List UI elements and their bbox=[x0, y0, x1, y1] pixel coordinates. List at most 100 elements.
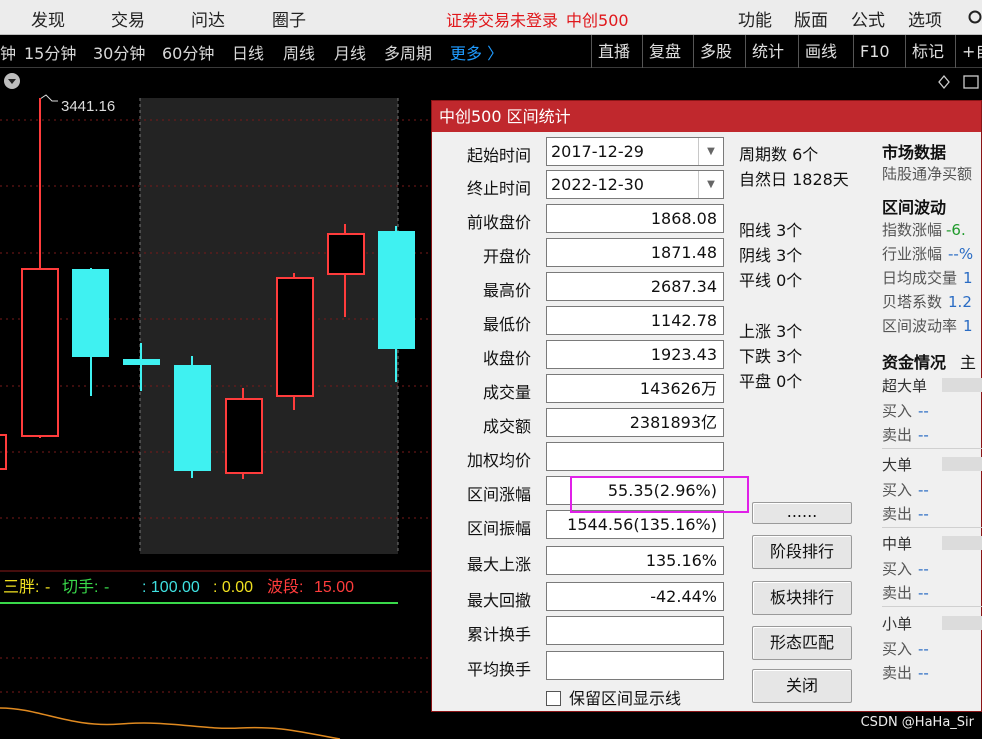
diamond-icon[interactable] bbox=[938, 74, 950, 90]
pattern-match-button[interactable]: 形态匹配 bbox=[752, 626, 852, 660]
interval-stats-dialog: 中创500 区间统计 起始时间 2017-12-29 ▼ 终止时间 2022-1… bbox=[431, 100, 982, 712]
small-sell-label: 卖出 bbox=[882, 664, 913, 682]
stage-rank-button[interactable]: 阶段排行 bbox=[752, 535, 852, 569]
end-time-select[interactable]: 2022-12-30 ▼ bbox=[546, 170, 724, 199]
yin-count: 阴线 3个 bbox=[739, 246, 803, 265]
period-count: 周期数 6个 bbox=[739, 145, 819, 164]
close-price-label: 收盘价 bbox=[482, 349, 531, 368]
period-partial[interactable]: 钟 bbox=[0, 40, 16, 64]
menu-ask[interactable]: 问达 bbox=[191, 6, 225, 31]
candle-6 bbox=[276, 277, 314, 397]
chevron-down-icon[interactable]: ▼ bbox=[698, 138, 723, 165]
small-buy-label: 买入 bbox=[882, 640, 913, 658]
dialog-title: 中创500 区间统计 bbox=[432, 101, 981, 132]
super-large-sell-label: 卖出 bbox=[882, 426, 913, 444]
period-30min[interactable]: 30分钟 bbox=[93, 40, 145, 64]
indicator-value-3: : 100.00 bbox=[142, 579, 200, 596]
start-time-label: 起始时间 bbox=[466, 146, 531, 165]
large-buy-value: -- bbox=[918, 481, 929, 499]
volatility-title: 区间波动 bbox=[882, 198, 947, 217]
avg-volume-row: 日均成交量 1 bbox=[882, 267, 973, 288]
medium-bar bbox=[942, 536, 982, 550]
high-marker-icon bbox=[39, 94, 58, 102]
medium-sell-value: -- bbox=[918, 584, 929, 602]
medium-buy-label: 买入 bbox=[882, 560, 913, 578]
menu-circle[interactable]: 圈子 bbox=[272, 6, 306, 31]
indicator-name-2: 切手: bbox=[62, 578, 98, 596]
checkbox-icon[interactable] bbox=[546, 691, 561, 706]
menu-discover[interactable]: 发现 bbox=[31, 6, 65, 31]
tool-custom[interactable]: +自 bbox=[955, 35, 982, 68]
tool-draw-line[interactable]: 画线 bbox=[798, 35, 843, 68]
avg-turnover-field bbox=[546, 651, 724, 680]
avg-volume-value: 1 bbox=[963, 269, 973, 287]
login-status-text: 证券交易未登录 bbox=[446, 11, 559, 30]
indicator-value-1: - bbox=[45, 579, 50, 596]
industry-change-row: 行业涨幅 --% bbox=[882, 243, 973, 264]
settings-icon[interactable] bbox=[966, 9, 982, 25]
close-button[interactable]: 关闭 bbox=[752, 669, 852, 703]
window-icon[interactable] bbox=[963, 75, 979, 89]
tool-live[interactable]: 直播 bbox=[591, 35, 636, 68]
medium-label: 中单 bbox=[882, 535, 913, 553]
funds-title: 资金情况主 bbox=[882, 349, 976, 373]
window-controls bbox=[938, 74, 979, 90]
funds-divider bbox=[882, 527, 982, 528]
more-button[interactable]: ...... bbox=[752, 502, 852, 524]
period-weekly[interactable]: 周线 bbox=[283, 40, 315, 64]
open-price-field: 1871.48 bbox=[546, 238, 724, 267]
tool-mark[interactable]: 标记 bbox=[905, 35, 950, 68]
period-more[interactable]: 更多 〉 bbox=[450, 40, 503, 64]
kline-chart[interactable]: 3441.16 三胖: - 切手: - : 100.00: 0.00 波段: … bbox=[0, 68, 435, 739]
max-drawdown-field: -42.44% bbox=[546, 582, 724, 611]
menu-formula[interactable]: 公式 bbox=[851, 6, 885, 31]
watermark: CSDN @HaHa_Sir bbox=[860, 715, 974, 730]
index-change-value: -6. bbox=[946, 221, 966, 239]
chevron-down-icon[interactable]: ▼ bbox=[698, 171, 723, 198]
max-rise-label: 最大上涨 bbox=[466, 555, 531, 574]
high-price-label: 3441.16 bbox=[61, 98, 115, 115]
super-large-buy: 买入 -- bbox=[882, 400, 929, 421]
tool-multi-stock[interactable]: 多股 bbox=[693, 35, 738, 68]
period-60min[interactable]: 60分钟 bbox=[162, 40, 214, 64]
indicator-name-1: 三胖: bbox=[3, 578, 39, 596]
open-price-label: 开盘价 bbox=[482, 247, 531, 266]
beta-label: 贝塔系数 bbox=[882, 293, 943, 311]
amount-label: 成交额 bbox=[482, 417, 531, 436]
high-price-field: 2687.34 bbox=[546, 272, 724, 301]
industry-change-label: 行业涨幅 bbox=[882, 245, 943, 263]
period-monthly[interactable]: 月线 bbox=[334, 40, 366, 64]
indicator-value-5: 15.00 bbox=[314, 579, 354, 596]
small-label: 小单 bbox=[882, 615, 913, 633]
period-multi[interactable]: 多周期 bbox=[384, 40, 432, 64]
sector-rank-button[interactable]: 板块排行 bbox=[752, 581, 852, 615]
super-large-buy-value: -- bbox=[918, 402, 929, 420]
keep-line-checkbox[interactable]: 保留区间显示线 bbox=[546, 685, 681, 709]
tool-f10[interactable]: F10 bbox=[853, 35, 896, 68]
large-sell: 卖出 -- bbox=[882, 503, 929, 524]
start-time-select[interactable]: 2017-12-29 ▼ bbox=[546, 137, 724, 166]
login-status: 证券交易未登录 中创500 bbox=[446, 7, 629, 31]
avg-turnover-label: 平均换手 bbox=[466, 660, 531, 679]
security-name: 中创500 bbox=[566, 11, 629, 30]
interval-amplitude-field: 1544.56(135.16%) bbox=[546, 510, 724, 539]
volatility-rate-row: 区间波动率 1 bbox=[882, 315, 973, 336]
menu-trade[interactable]: 交易 bbox=[111, 6, 145, 31]
low-price-field: 1142.78 bbox=[546, 306, 724, 335]
tool-replay[interactable]: 复盘 bbox=[642, 35, 687, 68]
selection-range bbox=[140, 98, 398, 554]
period-daily[interactable]: 日线 bbox=[232, 40, 264, 64]
super-large-bar bbox=[942, 378, 982, 392]
menu-options[interactable]: 选项 bbox=[908, 6, 942, 31]
large-buy-label: 买入 bbox=[882, 481, 913, 499]
tool-statistics[interactable]: 统计 bbox=[745, 35, 790, 68]
period-15min[interactable]: 15分钟 bbox=[24, 40, 76, 64]
candle-2 bbox=[72, 269, 109, 357]
menu-layout[interactable]: 版面 bbox=[794, 6, 828, 31]
menu-function[interactable]: 功能 bbox=[738, 6, 772, 31]
end-time-label: 终止时间 bbox=[466, 179, 531, 198]
flat-line-count: 平线 0个 bbox=[739, 271, 803, 290]
candle-7 bbox=[327, 233, 365, 275]
weighted-avg-label: 加权均价 bbox=[466, 451, 531, 470]
indicator-value-4: : 0.00 bbox=[213, 579, 253, 596]
